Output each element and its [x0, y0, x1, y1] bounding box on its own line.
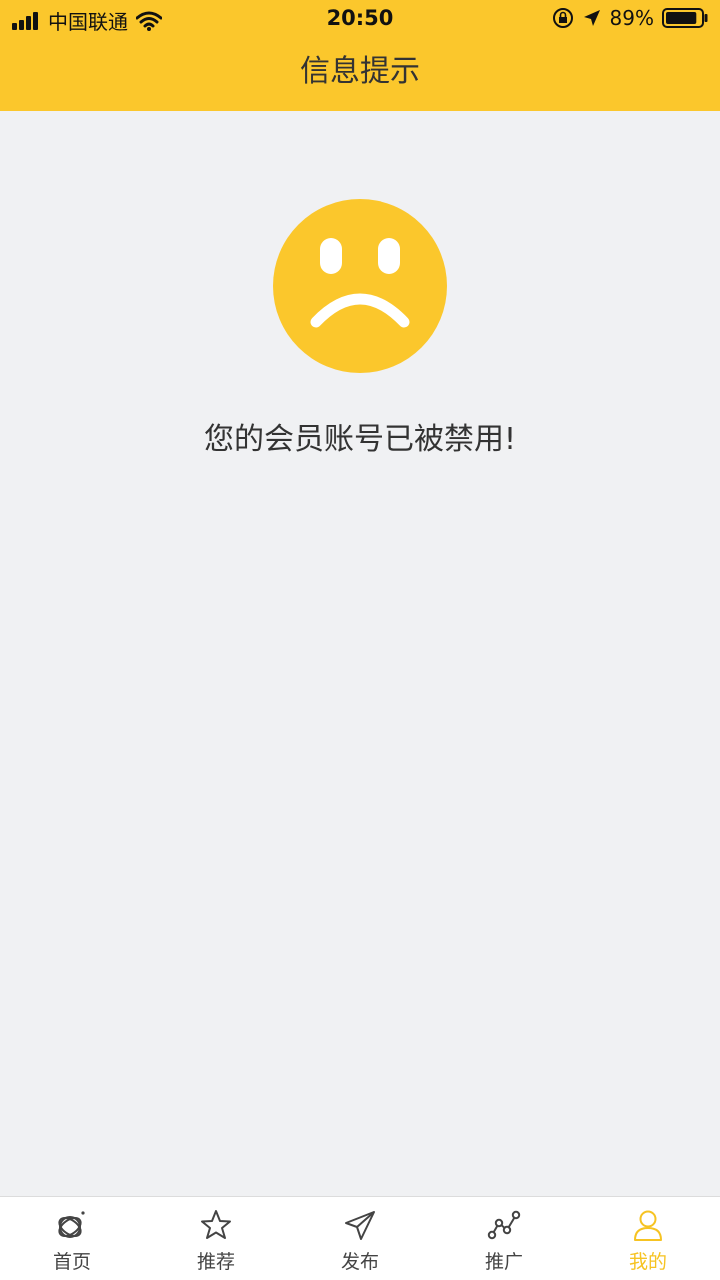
sad-face-icon — [273, 199, 447, 373]
status-bar: 中国联通 20:50 89% — [0, 0, 720, 36]
paper-plane-icon — [345, 1211, 375, 1240]
nav-bar: 信息提示 — [0, 36, 720, 111]
rotation-lock-icon — [552, 8, 573, 28]
battery-icon — [662, 8, 708, 28]
tab-home-label: 首页 — [52, 1251, 91, 1273]
tab-promote-label: 推广 — [484, 1251, 523, 1273]
tab-mine-label: 我的 — [628, 1251, 667, 1273]
tab-publish-label: 发布 — [340, 1251, 379, 1273]
tab-bar: 首页 推荐 发布 推广 我的 — [0, 1196, 720, 1280]
banned-message: 您的会员账号已被禁用! — [203, 422, 517, 457]
battery-percent: 89% — [609, 6, 654, 30]
status-right: 89% — [552, 6, 708, 30]
user-icon — [634, 1210, 662, 1241]
tab-mine[interactable]: 我的 — [576, 1197, 720, 1280]
star-icon — [201, 1210, 231, 1239]
tab-recommend[interactable]: 推荐 — [144, 1197, 288, 1280]
main-content: 您的会员账号已被禁用! — [0, 111, 720, 1196]
location-arrow-icon — [583, 10, 600, 26]
trend-line-icon — [487, 1210, 521, 1240]
tab-promote[interactable]: 推广 — [432, 1197, 576, 1280]
tab-publish[interactable]: 发布 — [288, 1197, 432, 1280]
page-title: 信息提示 — [300, 54, 420, 89]
home-orbit-icon — [58, 1211, 85, 1238]
tab-recommend-label: 推荐 — [196, 1251, 235, 1273]
tab-home[interactable]: 首页 — [0, 1197, 144, 1280]
battery-fill — [666, 12, 697, 24]
